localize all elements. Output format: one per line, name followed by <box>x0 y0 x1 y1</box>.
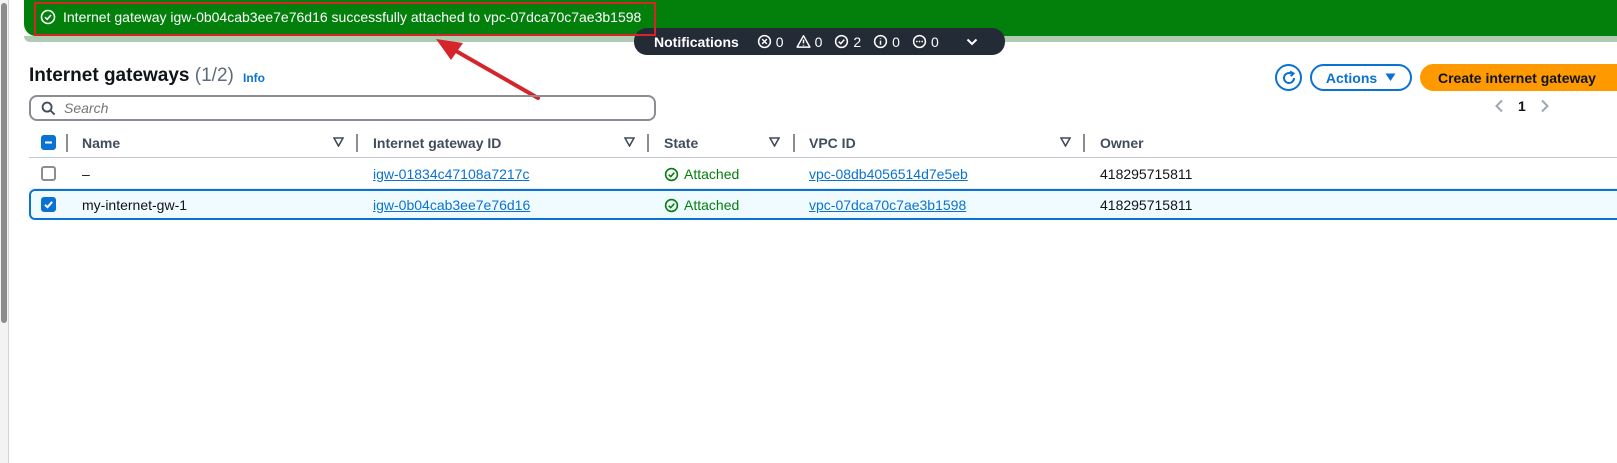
column-divider[interactable] <box>356 134 358 152</box>
table-row-selected[interactable]: my-internet-gw-1 igw-0b04cab3ee7e76d16 A… <box>29 189 1617 220</box>
search-icon <box>41 101 56 115</box>
search-field[interactable] <box>29 95 656 121</box>
chevron-down-icon <box>966 38 977 45</box>
create-internet-gateway-button[interactable]: Create internet gateway <box>1420 64 1617 91</box>
refresh-button[interactable] <box>1275 64 1302 91</box>
column-header-owner[interactable]: Owner <box>1100 135 1144 151</box>
pagination: 1 <box>1494 98 1550 114</box>
selection-count: (1/2) <box>194 65 234 86</box>
expand-notifications-button[interactable] <box>965 35 979 49</box>
warning-count[interactable]: 0 <box>796 34 822 50</box>
annotation-highlight-box <box>34 2 656 36</box>
scrollbar-thumb[interactable] <box>1 3 7 323</box>
refresh-icon <box>1282 70 1295 84</box>
sort-icon[interactable] <box>769 137 780 147</box>
cell-vpc-id-link[interactable]: vpc-07dca70c7ae3b1598 <box>809 197 966 213</box>
cell-state: Attached <box>664 197 739 213</box>
cell-vpc-id-link[interactable]: vpc-08db4056514d7e5eb <box>809 166 968 182</box>
previous-page-icon[interactable] <box>1494 99 1504 113</box>
indeterminate-icon <box>45 141 52 144</box>
info-count[interactable]: 0 <box>873 34 900 50</box>
error-count[interactable]: 0 <box>757 34 784 50</box>
info-link[interactable]: Info <box>243 71 265 85</box>
column-header-gateway-id[interactable]: Internet gateway ID <box>373 135 501 151</box>
success-check-icon <box>664 167 679 181</box>
cell-gateway-id-link[interactable]: igw-0b04cab3ee7e76d16 <box>373 197 530 213</box>
search-input[interactable] <box>64 100 624 116</box>
caret-down-icon <box>1385 73 1396 81</box>
cell-name: – <box>82 166 90 182</box>
row-checkbox[interactable] <box>41 197 56 212</box>
column-divider[interactable] <box>793 134 795 152</box>
column-divider[interactable] <box>66 134 68 152</box>
table-row[interactable]: – igw-01834c47108a7217c Attached vpc-08d… <box>29 158 1617 189</box>
next-page-icon[interactable] <box>1540 99 1550 113</box>
in-progress-icon <box>912 34 927 49</box>
page-title: Internet gateways (1/2) <box>29 65 234 86</box>
success-check-icon <box>664 198 679 212</box>
success-icon <box>835 34 849 49</box>
table-header: Name Internet gateway ID State VPC ID Ow… <box>29 128 1617 158</box>
select-all-checkbox[interactable] <box>41 135 56 150</box>
checkmark-icon <box>44 201 53 209</box>
column-header-name[interactable]: Name <box>82 135 120 151</box>
column-divider[interactable] <box>1083 134 1085 152</box>
column-header-vpc-id[interactable]: VPC ID <box>809 135 856 151</box>
cell-owner: 418295715811 <box>1100 166 1193 182</box>
cell-owner: 418295715811 <box>1100 197 1193 213</box>
cell-name: my-internet-gw-1 <box>82 197 188 213</box>
notifications-title: Notifications <box>654 33 739 50</box>
sort-icon[interactable] <box>624 137 635 147</box>
in-progress-count[interactable]: 0 <box>912 34 939 50</box>
current-page[interactable]: 1 <box>1518 98 1526 114</box>
row-checkbox[interactable] <box>41 166 56 181</box>
warning-icon <box>796 34 811 48</box>
cell-state: Attached <box>664 166 739 182</box>
cell-gateway-id-link[interactable]: igw-01834c47108a7217c <box>373 166 529 182</box>
window-scrollbar[interactable] <box>0 0 9 463</box>
info-icon <box>874 34 888 49</box>
column-header-state[interactable]: State <box>664 135 698 151</box>
column-divider[interactable] <box>647 134 649 152</box>
actions-button[interactable]: Actions <box>1310 64 1412 91</box>
sort-icon[interactable] <box>333 137 344 147</box>
error-icon <box>757 34 771 49</box>
sort-icon[interactable] <box>1060 137 1071 147</box>
notifications-bar[interactable]: Notifications 0 0 2 0 0 <box>634 28 1005 55</box>
success-count[interactable]: 2 <box>834 34 861 50</box>
